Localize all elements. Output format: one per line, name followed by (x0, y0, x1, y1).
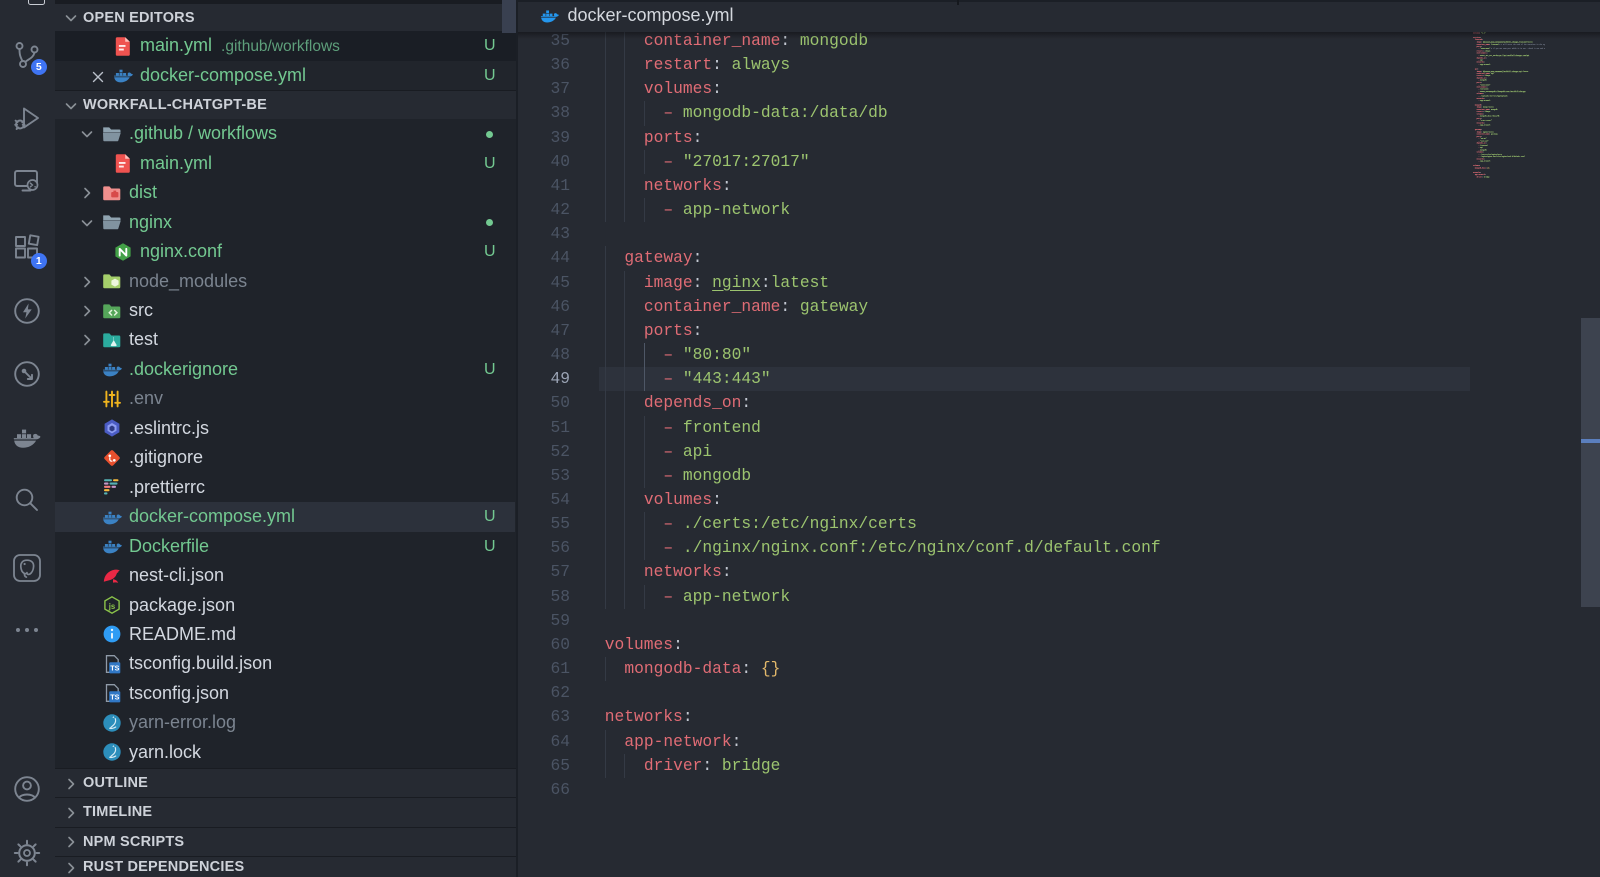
svg-text:TS: TS (110, 663, 119, 672)
svg-text:js: js (108, 602, 116, 611)
svg-text:TS: TS (110, 693, 119, 702)
